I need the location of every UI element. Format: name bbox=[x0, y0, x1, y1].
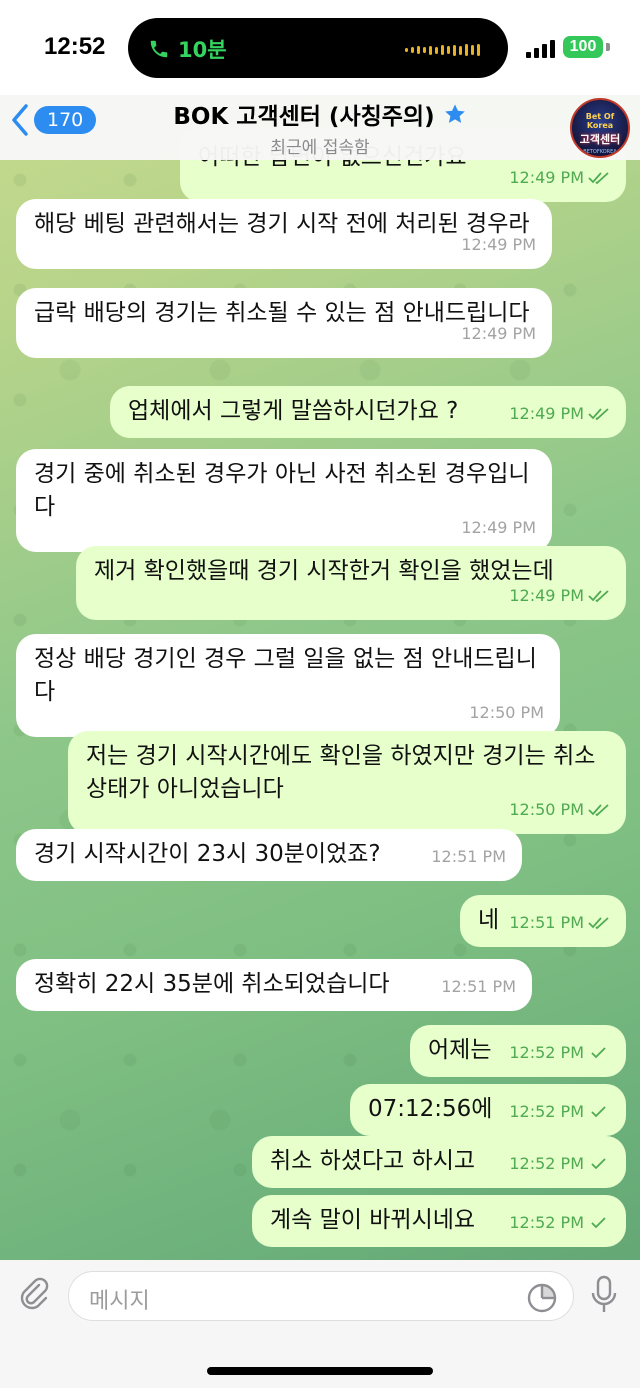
message-incoming[interactable]: 해당 베팅 관련해서는 경기 시작 전에 처리된 경우라 12:49 PM bbox=[16, 199, 552, 269]
message-input[interactable]: 메시지 bbox=[68, 1271, 574, 1321]
message-time: 12:49 PM bbox=[509, 586, 584, 605]
signal-icon bbox=[526, 40, 555, 58]
message-text: 급락 배당의 경기는 취소될 수 있는 점 안내드립니다 bbox=[34, 300, 530, 326]
message-outgoing[interactable]: 계속 말이 바뀌시네요 12:52 PM bbox=[252, 1195, 626, 1247]
check-icon bbox=[591, 1046, 606, 1058]
message-meta: 12:52 PM bbox=[509, 1095, 610, 1128]
check-icon bbox=[591, 1105, 606, 1117]
message-time: 12:50 PM bbox=[509, 800, 584, 819]
message-outgoing[interactable]: 업체에서 그렇게 말씀하시던가요 ? 12:49 PM bbox=[110, 386, 626, 438]
message-meta: 12:49 PM bbox=[461, 228, 536, 261]
avatar-brand: Bet Of Korea bbox=[585, 112, 615, 130]
battery-icon: 100 bbox=[563, 36, 603, 58]
message-text: 네 bbox=[478, 907, 500, 933]
message-text: 정확히 22시 35분에 취소되었습니다 bbox=[34, 971, 390, 997]
message-time: 12:51 PM bbox=[509, 913, 584, 932]
message-text: 해당 베팅 관련해서는 경기 시작 전에 처리된 경우라 bbox=[34, 211, 530, 237]
unread-count-badge: 170 bbox=[34, 106, 97, 134]
message-meta: 12:51 PM bbox=[441, 970, 516, 1003]
call-indicator[interactable]: 10분 bbox=[148, 34, 227, 64]
message-meta: 12:52 PM bbox=[509, 1147, 610, 1180]
message-outgoing[interactable]: 저는 경기 시작시간에도 확인을 하였지만 경기는 취소 상태가 아니었습니다 … bbox=[68, 731, 626, 834]
message-incoming[interactable]: 정상 배당 경기인 경우 그럴 일을 없는 점 안내드립니다 12:50 PM bbox=[16, 634, 560, 737]
avatar-title: 고객센터 bbox=[579, 133, 621, 146]
message-time: 12:49 PM bbox=[461, 324, 536, 343]
message-meta: 12:50 PM bbox=[469, 696, 544, 729]
check-icon bbox=[591, 1157, 606, 1169]
double-check-icon bbox=[588, 916, 609, 929]
message-outgoing[interactable]: 어제는 12:52 PM bbox=[410, 1025, 626, 1077]
chat-header: BOK 고객센터 (사칭주의) 최근에 접속함 170 Bet Of Korea… bbox=[0, 95, 640, 160]
message-text: 07:12:56에 bbox=[368, 1096, 493, 1122]
message-text: 업체에서 그렇게 말씀하시던가요 ? bbox=[128, 398, 459, 424]
message-incoming[interactable]: 급락 배당의 경기는 취소될 수 있는 점 안내드립니다 12:49 PM bbox=[16, 288, 552, 358]
paperclip-icon[interactable] bbox=[17, 1276, 53, 1312]
dynamic-island[interactable]: 10분 bbox=[128, 18, 508, 78]
message-outgoing[interactable]: 07:12:56에 12:52 PM bbox=[350, 1084, 626, 1136]
microphone-icon[interactable] bbox=[590, 1275, 618, 1315]
sticker-icon[interactable] bbox=[526, 1282, 558, 1314]
message-time: 12:52 PM bbox=[509, 1102, 584, 1121]
audio-wave-icon bbox=[405, 44, 480, 56]
message-text: 계속 말이 바뀌시네요 bbox=[270, 1207, 476, 1233]
message-incoming[interactable]: 경기 시작시간이 23시 30분이었죠? 12:51 PM bbox=[16, 829, 522, 881]
home-indicator bbox=[207, 1367, 433, 1375]
double-check-icon bbox=[588, 589, 609, 602]
chat-title: BOK 고객센터 (사칭주의) bbox=[173, 97, 466, 131]
message-input-placeholder: 메시지 bbox=[89, 1289, 150, 1314]
avatar[interactable]: Bet Of Korea 고객센터 BETOFKOREA bbox=[570, 98, 630, 158]
message-time: 12:49 PM bbox=[461, 235, 536, 254]
message-outgoing[interactable]: 제거 확인했을때 경기 시작한거 확인을 했었는데 12:49 PM bbox=[76, 546, 626, 620]
message-meta: 12:50 PM bbox=[509, 793, 610, 826]
status-bar: 12:52 10분 100 bbox=[0, 0, 640, 95]
composer-bar: 메시지 bbox=[0, 1260, 640, 1388]
back-button[interactable]: 170 bbox=[10, 103, 97, 137]
message-incoming[interactable]: 정확히 22시 35분에 취소되었습니다 12:51 PM bbox=[16, 959, 532, 1011]
message-meta: 12:52 PM bbox=[509, 1036, 610, 1069]
message-incoming[interactable]: 경기 중에 취소된 경우가 아닌 사전 취소된 경우입니다 12:49 PM bbox=[16, 449, 552, 552]
check-icon bbox=[591, 1216, 606, 1228]
message-time: 12:50 PM bbox=[469, 703, 544, 722]
message-time: 12:51 PM bbox=[431, 847, 506, 866]
message-time: 12:52 PM bbox=[509, 1213, 584, 1232]
double-check-icon bbox=[588, 171, 609, 184]
call-duration: 10분 bbox=[178, 38, 227, 62]
message-time: 12:51 PM bbox=[441, 977, 516, 996]
message-meta: 12:49 PM bbox=[461, 317, 536, 350]
message-meta: 12:49 PM bbox=[461, 511, 536, 544]
message-text: 경기 중에 취소된 경우가 아닌 사전 취소된 경우입니다 bbox=[34, 461, 530, 520]
message-time: 12:49 PM bbox=[509, 168, 584, 187]
message-meta: 12:51 PM bbox=[431, 840, 506, 873]
message-text: 경기 시작시간이 23시 30분이었죠? bbox=[34, 841, 381, 867]
message-time: 12:49 PM bbox=[509, 404, 584, 423]
star-icon bbox=[444, 104, 465, 123]
message-text: 정상 배당 경기인 경우 그럴 일을 없는 점 안내드립니다 bbox=[34, 646, 537, 705]
double-check-icon bbox=[588, 407, 609, 420]
message-time: 12:52 PM bbox=[509, 1043, 584, 1062]
message-meta: 12:52 PM bbox=[509, 1206, 610, 1239]
message-outgoing[interactable]: 취소 하셨다고 하시고 12:52 PM bbox=[252, 1136, 626, 1188]
message-text: 취소 하셨다고 하시고 bbox=[270, 1148, 476, 1174]
message-time: 12:49 PM bbox=[461, 518, 536, 537]
message-meta: 12:49 PM bbox=[509, 397, 610, 430]
phone-icon bbox=[150, 40, 168, 58]
chevron-left-icon bbox=[12, 104, 28, 136]
chat-title-text: BOK 고객센터 (사칭주의) bbox=[173, 104, 435, 130]
message-time: 12:52 PM bbox=[509, 1154, 584, 1173]
message-meta: 12:51 PM bbox=[509, 906, 610, 939]
battery-tip bbox=[606, 43, 610, 51]
clock: 12:52 bbox=[44, 33, 106, 60]
message-text: 어제는 bbox=[428, 1037, 492, 1063]
message-outgoing[interactable]: 네 12:51 PM bbox=[460, 895, 626, 947]
message-meta: 12:49 PM bbox=[509, 161, 610, 194]
message-meta: 12:49 PM bbox=[509, 579, 610, 612]
double-check-icon bbox=[588, 803, 609, 816]
